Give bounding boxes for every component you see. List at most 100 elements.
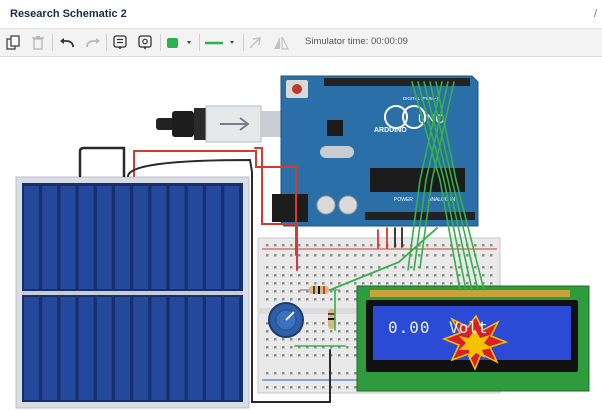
breadboard-hole [266, 372, 269, 375]
breadboard-hole [290, 244, 293, 247]
breadboard-hole [354, 338, 357, 341]
breadboard-hole [314, 282, 317, 285]
breadboard-hole [282, 338, 285, 341]
breadboard-hole [266, 322, 269, 325]
breadboard-hole [402, 254, 405, 257]
breadboard-hole [266, 254, 269, 257]
breadboard-hole [394, 266, 397, 269]
breadboard-hole [434, 244, 437, 247]
breadboard-hole [346, 274, 349, 277]
solar-cell [133, 297, 149, 400]
potentiometer[interactable] [268, 302, 304, 338]
breadboard-hole [322, 338, 325, 341]
breadboard-hole [378, 282, 381, 285]
solar-cell [115, 186, 130, 289]
breadboard-hole [314, 322, 317, 325]
breadboard-hole [426, 274, 429, 277]
solar-cell [187, 297, 203, 400]
breadboard-hole [362, 244, 365, 247]
solar-panel[interactable] [15, 176, 250, 409]
breadboard-hole [338, 244, 341, 247]
solar-cell [96, 297, 112, 400]
breadboard-hole [354, 274, 357, 277]
resistor-vertical[interactable] [328, 309, 335, 329]
breadboard-hole [282, 266, 285, 269]
breadboard-hole [346, 244, 349, 247]
breadboard-hole [426, 244, 429, 247]
analog-header [365, 212, 475, 220]
breadboard-hole [346, 298, 349, 301]
solar-cell [24, 186, 39, 289]
breadboard-hole [282, 282, 285, 285]
breadboard-hole [482, 266, 485, 269]
breadboard-hole [282, 254, 285, 257]
breadboard-hole [290, 346, 293, 349]
breadboard-hole [434, 282, 437, 285]
breadboard-hole [338, 274, 341, 277]
breadboard-hole [298, 282, 301, 285]
breadboard-hole [290, 274, 293, 277]
crystal [320, 146, 354, 158]
breadboard-hole [290, 254, 293, 257]
breadboard-hole [450, 282, 453, 285]
arduino-uno-board[interactable]: ARDUINO UNO POWER ANALOG IN DIGITAL (PWM… [272, 75, 479, 227]
solar-cell [206, 297, 221, 400]
breadboard-hole [354, 298, 357, 301]
breadboard-hole [314, 244, 317, 247]
breadboard-hole [338, 266, 341, 269]
circuit-canvas[interactable]: ARDUINO UNO POWER ANALOG IN DIGITAL (PWM… [0, 0, 602, 410]
breadboard-hole [274, 346, 277, 349]
breadboard-hole [298, 338, 301, 341]
breadboard-hole [282, 244, 285, 247]
breadboard-hole [442, 266, 445, 269]
breadboard-hole [386, 254, 389, 257]
breadboard-hole [314, 298, 317, 301]
breadboard-hole [306, 386, 309, 389]
power-jack [272, 194, 308, 222]
breadboard-hole [354, 282, 357, 285]
breadboard-hole [434, 266, 437, 269]
wire-black-panel[interactable] [78, 146, 126, 178]
lcd-unit-text: Volt [449, 318, 488, 337]
breadboard-hole [442, 274, 445, 277]
breadboard-hole [482, 244, 485, 247]
breadboard-hole [458, 266, 461, 269]
breadboard-hole [282, 274, 285, 277]
breadboard-hole [306, 274, 309, 277]
breadboard-hole [354, 354, 357, 357]
breadboard-hole [290, 386, 293, 389]
solar-cell [115, 297, 130, 400]
breadboard-hole [314, 338, 317, 341]
breadboard-hole [282, 372, 285, 375]
breadboard-hole [298, 386, 301, 389]
breadboard-hole [338, 372, 341, 375]
solar-panel-divider [22, 291, 243, 295]
breadboard-hole [274, 298, 277, 301]
breadboard-hole [322, 282, 325, 285]
breadboard-hole [354, 254, 357, 257]
breadboard-hole [346, 266, 349, 269]
breadboard-hole [490, 244, 493, 247]
breadboard-hole [418, 282, 421, 285]
arduino-brand-label: ARDUINO [374, 127, 407, 134]
breadboard-hole [346, 254, 349, 257]
breadboard-hole [338, 322, 341, 325]
breadboard-hole [322, 254, 325, 257]
breadboard-hole [274, 254, 277, 257]
breadboard-hole [306, 244, 309, 247]
breadboard-hole [298, 372, 301, 375]
breadboard-hole [338, 254, 341, 257]
solar-cell [206, 186, 221, 289]
breadboard-hole [482, 274, 485, 277]
breadboard-hole [290, 266, 293, 269]
breadboard-hole [290, 282, 293, 285]
breadboard-hole [346, 386, 349, 389]
breadboard-hole [474, 266, 477, 269]
breadboard-hole [274, 282, 277, 285]
solar-cell [224, 297, 240, 400]
breadboard-hole [354, 330, 357, 333]
breadboard-hole [330, 298, 333, 301]
breadboard-hole [354, 346, 357, 349]
breadboard-hole [290, 354, 293, 357]
breadboard-hole [338, 354, 341, 357]
